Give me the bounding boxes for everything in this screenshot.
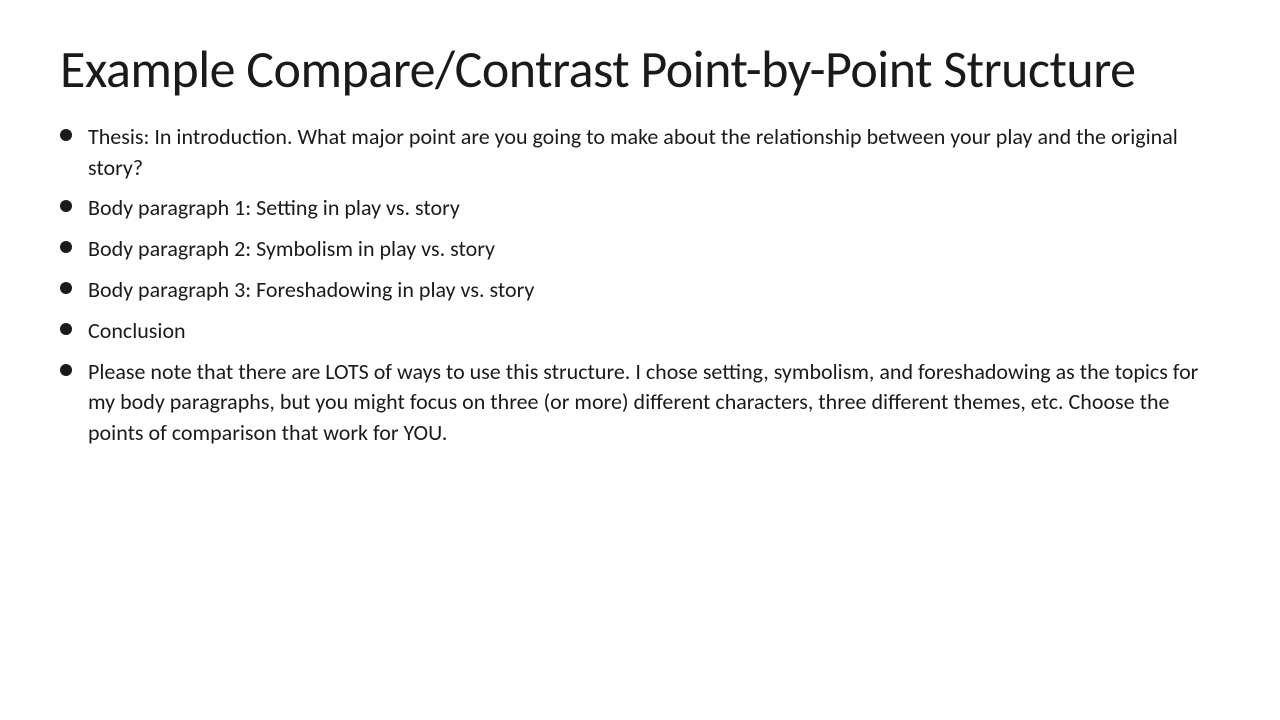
bullet-item-thesis: Thesis: In introduction. What major poin…: [60, 122, 1220, 184]
bullet-dot: [60, 282, 72, 294]
bullet-dot: [60, 323, 72, 335]
bullet-dot: [60, 200, 72, 212]
bullet-text-body2: Body paragraph 2: Symbolism in play vs. …: [88, 234, 1220, 265]
bullet-text-body1: Body paragraph 1: Setting in play vs. st…: [88, 193, 1220, 224]
slide-container: Example Compare/Contrast Point-by-Point …: [0, 0, 1280, 720]
bullet-list: Thesis: In introduction. What major poin…: [60, 122, 1220, 459]
bullet-item-conclusion: Conclusion: [60, 316, 1220, 347]
bullet-text-note: Please note that there are LOTS of ways …: [88, 357, 1220, 449]
bullet-item-body2: Body paragraph 2: Symbolism in play vs. …: [60, 234, 1220, 265]
bullet-item-body3: Body paragraph 3: Foreshadowing in play …: [60, 275, 1220, 306]
bullet-item-body1: Body paragraph 1: Setting in play vs. st…: [60, 193, 1220, 224]
bullet-text-conclusion: Conclusion: [88, 316, 1220, 347]
bullet-dot: [60, 241, 72, 253]
bullet-item-note: Please note that there are LOTS of ways …: [60, 357, 1220, 449]
bullet-dot: [60, 364, 72, 376]
bullet-text-thesis: Thesis: In introduction. What major poin…: [88, 122, 1220, 184]
bullet-dot: [60, 129, 72, 141]
slide-title: Example Compare/Contrast Point-by-Point …: [60, 40, 1220, 100]
bullet-text-body3: Body paragraph 3: Foreshadowing in play …: [88, 275, 1220, 306]
